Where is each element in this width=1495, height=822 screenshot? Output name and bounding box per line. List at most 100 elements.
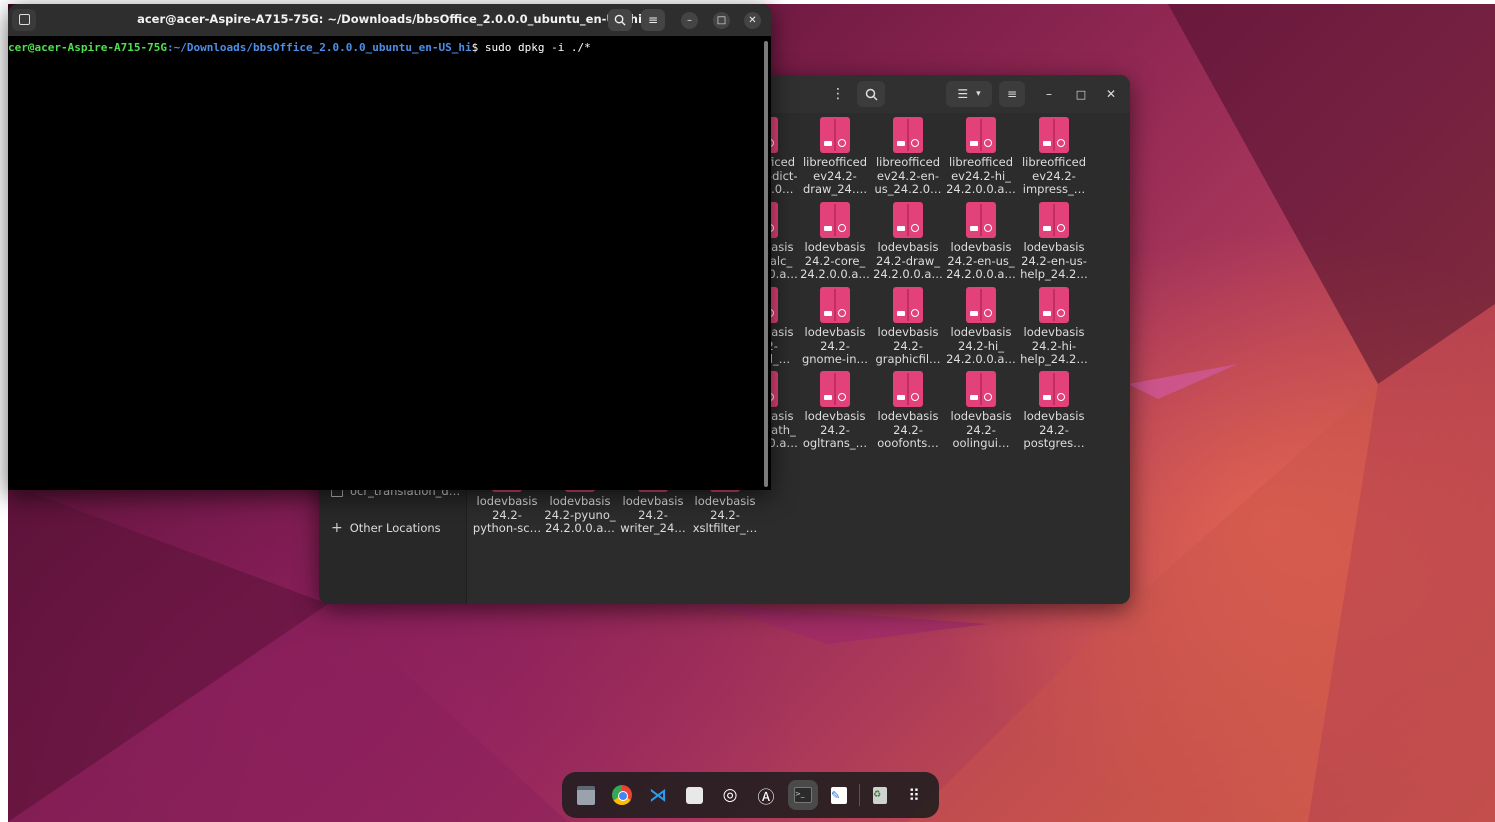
file-item-label-line: impress_… [1022, 182, 1086, 196]
file-item-label-line: 24.2-en-us_ [947, 253, 1015, 268]
debian-package-icon [966, 117, 996, 153]
file-item[interactable]: lodevbasis 24.2- oolingui… [945, 371, 1017, 451]
file-item-label-line: ogltrans_… [802, 436, 868, 450]
file-item-label-line: libreofficed [1021, 155, 1087, 169]
file-item[interactable]: lodevbasis 24.2- graphicfil… [872, 287, 944, 367]
file-item-label-line: 24.2-core_ [804, 253, 866, 268]
file-item-label-line: 24.2-hi_ [958, 338, 1004, 353]
file-item[interactable]: lodevbasis 24.2-en-us_ 24.2.0.0.a… [945, 202, 1017, 282]
file-item-label-line: ev24.2-hi_ [951, 168, 1011, 183]
file-item-label-line: 24.2-hi- [1031, 338, 1077, 353]
file-item-label-line: writer_24… [620, 521, 686, 535]
dock-text-editor-icon[interactable]: ✎ [826, 782, 852, 808]
list-view-icon: ☰ [957, 87, 969, 101]
debian-package-icon [820, 287, 850, 323]
debian-package-icon [1039, 202, 1069, 238]
hamburger-menu-icon: ≡ [1006, 87, 1018, 101]
file-item[interactable]: lodevbasis 24.2-draw_ 24.2.0.0.a… [872, 202, 944, 282]
file-item[interactable]: lodevbasis 24.2- postgres… [1018, 371, 1090, 451]
terminal-search-button[interactable] [608, 9, 632, 31]
dock-files-icon[interactable] [573, 782, 599, 808]
file-item[interactable]: lodevbasis 24.2- gnome-in… [799, 287, 871, 367]
view-options-button[interactable]: ☰ ▾ [946, 81, 992, 107]
terminal-menu-button[interactable]: ≡ [641, 9, 665, 31]
debian-package-icon [1039, 371, 1069, 407]
file-item-label-line: 24.2- [893, 422, 923, 437]
file-item-label-line: draw_24…. [802, 182, 868, 196]
plus-icon: + [331, 520, 343, 536]
close-icon: ✕ [748, 15, 757, 26]
dock-chrome-icon[interactable] [609, 782, 635, 808]
dock-vscode-icon[interactable]: ⋊ [645, 782, 671, 808]
file-item-label-line: 24.2- [492, 507, 522, 522]
terminal-close-button[interactable]: ✕ [744, 12, 761, 29]
file-item-label-line: 24.2.0.0.a… [545, 521, 615, 535]
file-item-label-line: libreofficed [802, 155, 868, 169]
more-options-icon[interactable]: ⋮ [826, 81, 850, 107]
close-icon: ✕ [1105, 87, 1117, 101]
file-item-label-line: 24.2-pyuno_ [544, 507, 616, 522]
debian-package-icon [893, 117, 923, 153]
file-item[interactable]: lodevbasis 24.2-hi_ 24.2.0.0.a… [945, 287, 1017, 367]
file-item-label-line: ev24.2- [1032, 168, 1076, 183]
maximize-button[interactable]: □ [1070, 81, 1092, 107]
file-item-label-line: gnome-in… [801, 352, 869, 366]
file-item-label-line: 24.2.0.0.a… [946, 267, 1016, 281]
dock-terminal-icon[interactable]: >_ [788, 780, 818, 810]
terminal-minimize-button[interactable]: – [681, 12, 698, 29]
file-item[interactable]: lodevbasis 24.2-core_ 24.2.0.0.a… [799, 202, 871, 282]
search-button[interactable] [857, 81, 885, 107]
file-item[interactable]: libreofficed ev24.2- draw_24…. [799, 117, 871, 197]
file-item[interactable]: lodevbasis 24.2-en-us-help_24.2… [1018, 202, 1090, 282]
minimize-icon: – [687, 15, 692, 26]
prompt-path: :~/Downloads/bbsOffice_2.0.0.0_ubuntu_en… [166, 41, 472, 54]
dock-software-center-icon[interactable]: Ⓐ [753, 782, 779, 808]
file-item[interactable]: libreofficed ev24.2-en-us_24.2.0… [872, 117, 944, 197]
file-item[interactable]: libreofficed ev24.2- impress_… [1018, 117, 1090, 197]
file-item-label-line: 24.2.0.0.a… [946, 182, 1016, 196]
minimize-button[interactable]: – [1038, 81, 1060, 107]
dock-app-grid-icon[interactable]: ⠿ [901, 782, 927, 808]
file-item[interactable]: lodevbasis 24.2- ogltrans_… [799, 371, 871, 451]
close-button[interactable]: ✕ [1100, 81, 1122, 107]
file-item[interactable]: libreofficed ev24.2-hi_ 24.2.0.0.a… [945, 117, 1017, 197]
terminal-window: acer@acer-Aspire-A715-75G: ~/Downloads/b… [8, 4, 771, 490]
file-item[interactable]: lodevbasis 24.2- ooofonts… [872, 371, 944, 451]
debian-package-icon [820, 117, 850, 153]
file-item-label-line: lodevbasis [694, 494, 756, 508]
terminal-scrollbar[interactable] [764, 41, 768, 487]
debian-package-icon [893, 202, 923, 238]
search-icon [614, 14, 626, 26]
file-item-label-line: help_24.2… [1020, 267, 1088, 281]
debian-package-icon [893, 287, 923, 323]
file-item-label-line: libreofficed [875, 155, 941, 169]
dock-disks-icon[interactable]: ◎ [717, 782, 743, 808]
file-item-label-line: lodevbasis [950, 325, 1012, 339]
file-item-label-line: lodevbasis [476, 494, 538, 508]
dock-separator [859, 784, 860, 806]
debian-package-icon [1039, 117, 1069, 153]
main-menu-button[interactable]: ≡ [999, 81, 1025, 107]
file-item-label-line: 24.2.0.0.a… [800, 267, 870, 281]
file-item-label-line: 24.2- [820, 422, 850, 437]
debian-package-icon [1039, 287, 1069, 323]
terminal-command: sudo dpkg -i ./* [478, 41, 591, 54]
sidebar-item-other-locations[interactable]: + Other Locations [331, 520, 441, 536]
file-item[interactable]: lodevbasis 24.2-hi-help_24.2… [1018, 287, 1090, 367]
file-item-label-line: us_24.2.0… [874, 182, 942, 196]
maximize-icon: □ [716, 15, 727, 26]
dock-trash-icon[interactable]: ♻ [867, 782, 893, 808]
sidebar-item-label: Other Locations [349, 521, 441, 535]
terminal-titlebar: acer@acer-Aspire-A715-75G: ~/Downloads/b… [8, 4, 771, 36]
minimize-icon: – [1046, 87, 1052, 101]
terminal-prompt-line[interactable]: cer@acer-Aspire-A715-75G:~/Downloads/bbs… [8, 41, 591, 54]
chevron-down-icon: ▾ [976, 89, 981, 99]
debian-package-icon [966, 287, 996, 323]
debian-package-icon [966, 371, 996, 407]
file-item-label-line: 24.2-en-us- [1021, 253, 1087, 268]
search-icon [865, 88, 878, 101]
file-item-label-line: oolingui… [952, 436, 1010, 450]
terminal-maximize-button[interactable]: □ [713, 12, 730, 29]
file-item-label-line: 24.2- [820, 338, 850, 353]
dock-settings-icon[interactable] [681, 782, 707, 808]
